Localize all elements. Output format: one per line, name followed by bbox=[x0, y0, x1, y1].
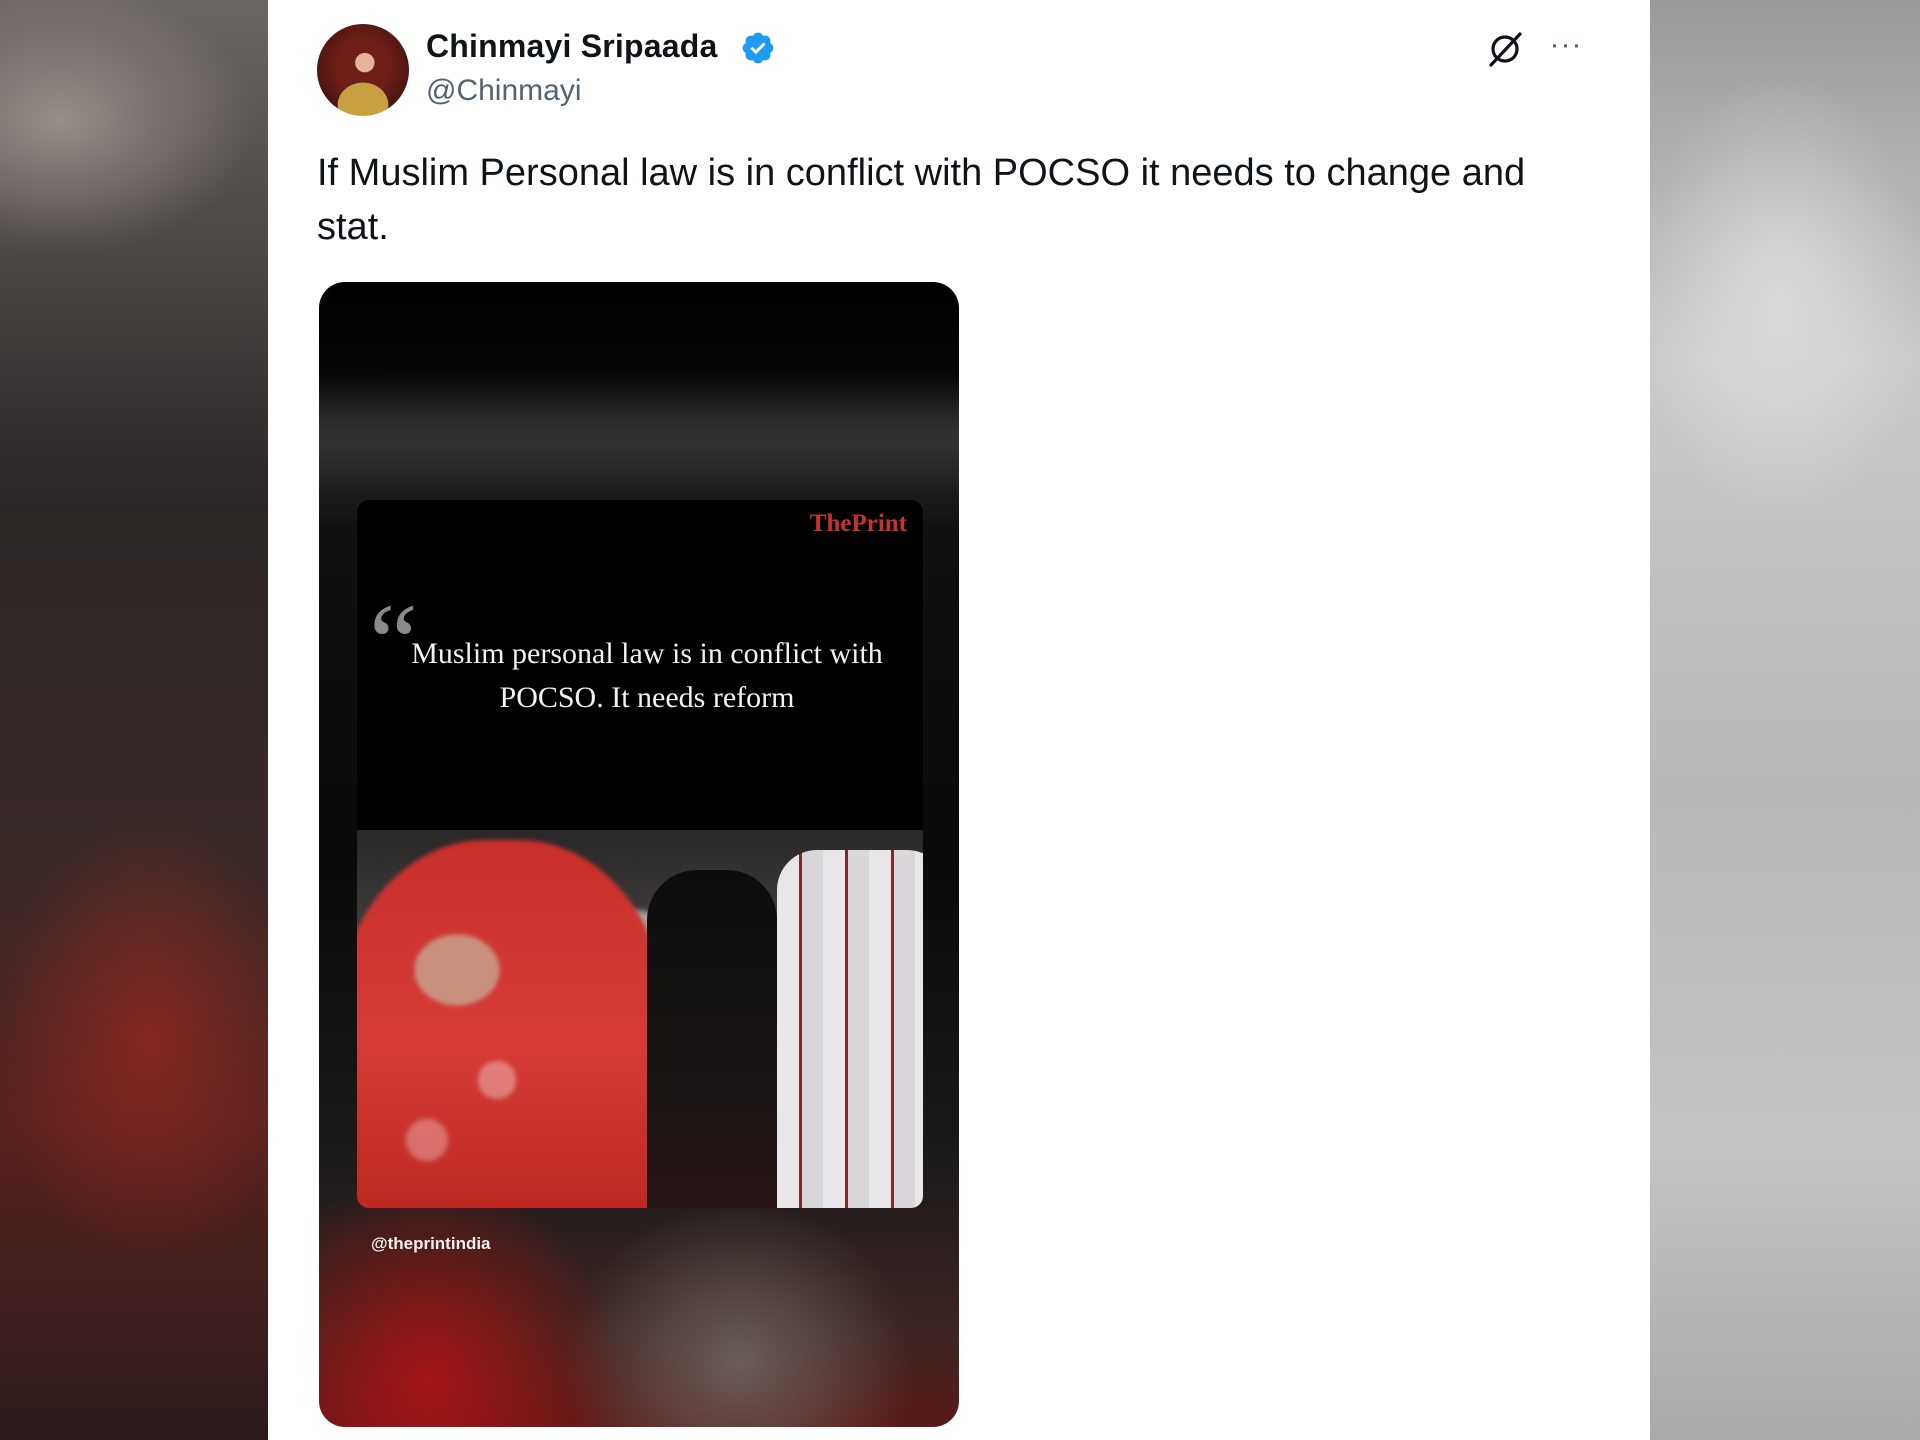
user-handle[interactable]: @Chinmayi bbox=[426, 74, 582, 108]
verified-badge-icon bbox=[742, 32, 774, 64]
quote-card: ThePrint “ Muslim personal law is in con… bbox=[357, 500, 923, 1208]
tweet-media[interactable]: ThePrint “ Muslim personal law is in con… bbox=[319, 282, 959, 1427]
media-haze bbox=[319, 372, 959, 492]
tweet-card: Chinmayi Sripaada @Chinmayi ··· If Musli… bbox=[268, 0, 1650, 1440]
background-left-blur bbox=[0, 0, 270, 1440]
photo-woman-black-burqa bbox=[647, 870, 777, 1208]
grok-icon[interactable] bbox=[1484, 28, 1526, 70]
display-name[interactable]: Chinmayi Sripaada bbox=[426, 28, 718, 65]
tweet-text: If Muslim Personal law is in conflict wi… bbox=[317, 152, 1526, 248]
avatar[interactable] bbox=[317, 24, 409, 116]
background-right-blur bbox=[1650, 0, 1920, 1440]
photo-man-striped-shirt bbox=[777, 850, 923, 1208]
news-photo bbox=[357, 830, 923, 1208]
theprint-logo: ThePrint bbox=[809, 510, 907, 537]
source-handle: @theprintindia bbox=[371, 1234, 491, 1253]
more-options-icon[interactable]: ··· bbox=[1546, 30, 1586, 66]
quote-text: Muslim personal law is in conflict with … bbox=[411, 637, 883, 714]
photo-woman-red-scarf bbox=[357, 840, 667, 1208]
